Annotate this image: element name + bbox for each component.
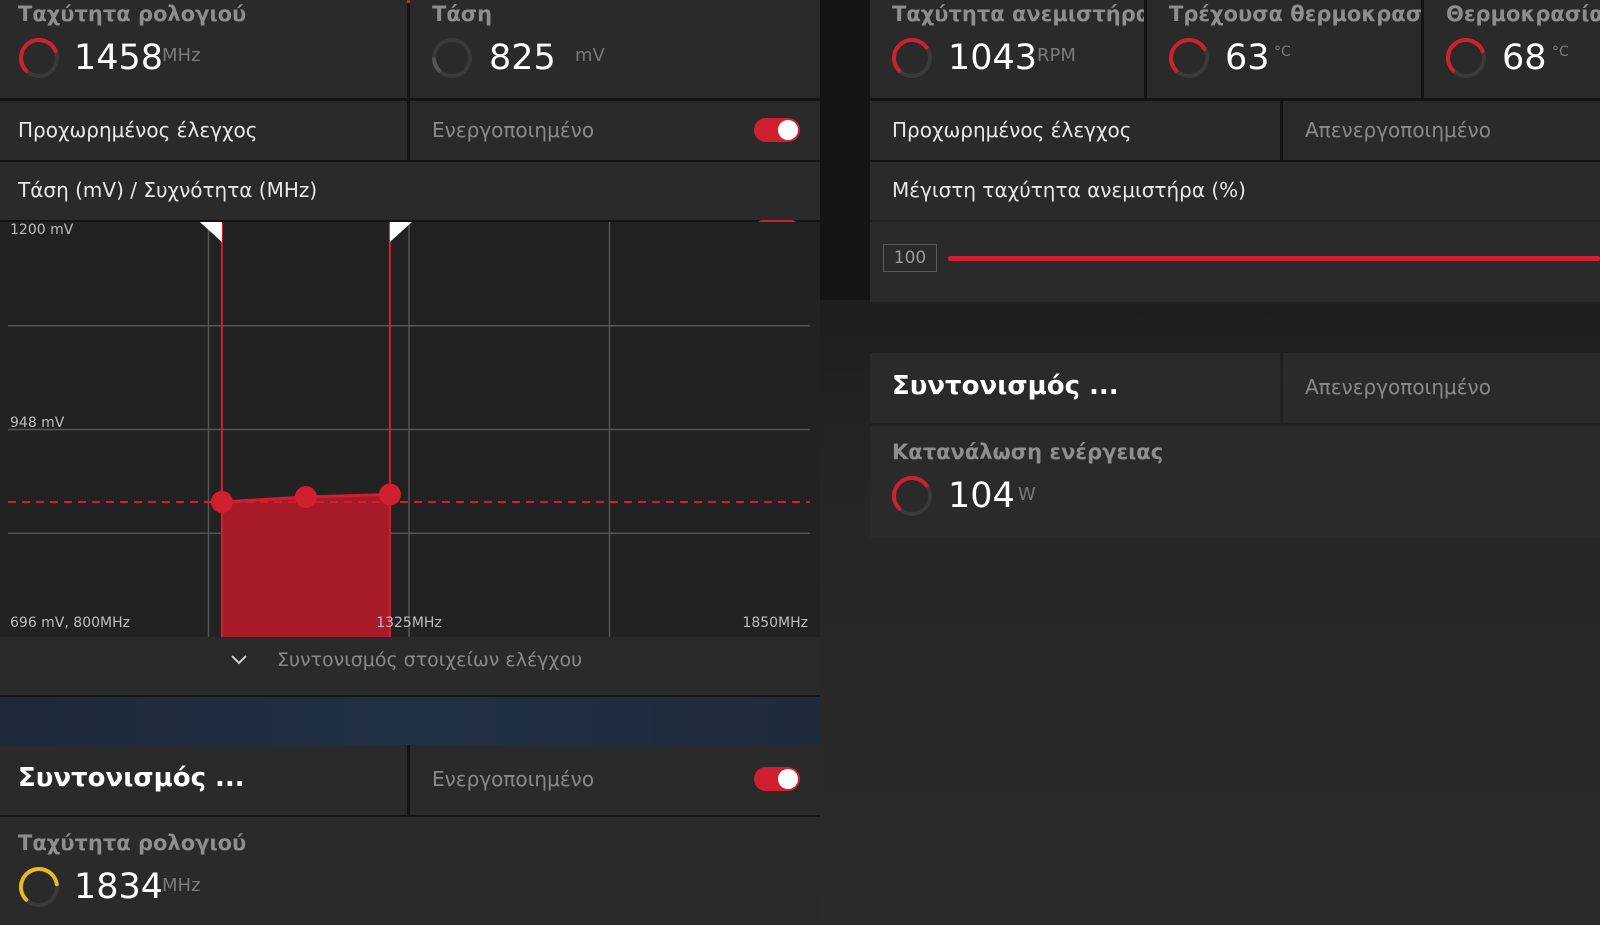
fan-max-speed-slider[interactable]: [948, 256, 1600, 261]
tuning-toggle[interactable]: [754, 767, 800, 791]
junction-gauge-icon: [1446, 38, 1486, 78]
power-tuning-status[interactable]: Απενεργοποιημένο: [1305, 375, 1491, 399]
advanced-control-status: Ενεργοποιημένο: [432, 118, 595, 142]
power-title: Κατανάλωση ενέργειας: [892, 440, 1164, 464]
current-temp-title: Τρέχουσα θερμοκρασία: [1169, 2, 1421, 26]
fan-speed-card: Ταχύτητα ανεμιστήρα 1043 RPM: [870, 0, 1144, 98]
power-tuning-row: Συντονισμός ...: [870, 353, 1280, 423]
power-tuning-value-cell[interactable]: Απενεργοποιημένο: [1283, 353, 1600, 423]
gauge-arc: [892, 476, 929, 511]
tuned-clock-card: Ταχύτητα ρολογιού 1834 MHz: [0, 817, 820, 925]
vf-curve-chart-area: 1200 mV 948 mV 696 mV, 800MHz 1325MHz 1850MH…: [0, 222, 820, 637]
curve-header: Τάση (mV) / Συχνότητα (MHz): [0, 162, 820, 220]
curve-header-label: Τάση (mV) / Συχνότητα (MHz): [18, 178, 318, 202]
clock-speed-card: Ταχύτητα ρολογιού 1458 MHz: [0, 0, 407, 98]
junction-temp-value: 68: [1502, 38, 1547, 78]
advanced-control-row: Προχωρημένος έλεγχος: [0, 101, 407, 160]
expand-label[interactable]: Συντονισμός στοιχείων ελέγχου: [277, 649, 582, 671]
curve-point: [210, 490, 233, 513]
y-tick-label: 1200 mV: [10, 222, 74, 238]
gauge-arc: [1169, 38, 1207, 73]
fan-max-speed-divider: [870, 220, 1600, 222]
tuned-clock-title: Ταχύτητα ρολογιού: [18, 831, 247, 855]
fan-advanced-control-label: Προχωρημένος έλεγχος: [892, 118, 1132, 142]
gauge-arc: [19, 38, 58, 73]
fan-speed-title: Ταχύτητα ανεμιστήρα: [892, 2, 1144, 26]
fan-advanced-control-status[interactable]: Απενεργοποιημένο: [1305, 118, 1491, 142]
current-temp-value: 63: [1225, 38, 1270, 78]
tuned-clock-value: 1834: [74, 867, 164, 907]
x-tick-label: 696 mV, 800MHz: [10, 615, 130, 631]
junction-temp-title: Θερμοκρασία ε: [1446, 2, 1600, 26]
tuned-clock-gauge-icon: [19, 867, 59, 907]
tuning-row: Συντονισμός ...: [0, 745, 407, 815]
toggle-knob: [778, 120, 798, 140]
curve-point: [378, 483, 401, 506]
clock-speed-unit: MHz: [162, 45, 201, 66]
fan-gauge-icon: [892, 38, 932, 78]
advanced-control-label: Προχωρημένος έλεγχος: [18, 118, 258, 142]
tuned-clock-unit: MHz: [162, 875, 201, 896]
range-handle-triangle: [199, 222, 222, 242]
gauge-arc: [432, 57, 442, 73]
y-tick-label: 948 mV: [10, 415, 65, 431]
blurred-background-strip: [0, 697, 820, 745]
fan-max-speed-row: Μέγιστη ταχύτητα ανεμιστήρα (%) 100: [870, 162, 1600, 302]
current-temp-card: Τρέχουσα θερμοκρασία 63 °C: [1147, 0, 1421, 98]
x-tick-label: 1325MHz: [376, 615, 442, 631]
fan-max-speed-label: Μέγιστη ταχύτητα ανεμιστήρα (%): [892, 178, 1246, 202]
voltage-unit: mV: [575, 45, 605, 66]
fan-advanced-control-row: Προχωρημένος έλεγχος: [870, 101, 1280, 160]
gauge-arc: [1446, 38, 1485, 73]
power-card: Κατανάλωση ενέργειας 104 W: [870, 426, 1600, 538]
fan-max-speed-input[interactable]: 100: [883, 244, 937, 272]
power-value: 104: [948, 476, 1015, 516]
tuning-status: Ενεργοποιημένο: [432, 767, 595, 791]
temp-gauge-icon: [1169, 38, 1209, 78]
curve-fill-area: [221, 494, 390, 637]
fan-speed-unit: RPM: [1037, 45, 1076, 66]
current-temp-unit: °C: [1274, 44, 1291, 60]
junction-temp-unit: °C: [1552, 44, 1569, 60]
power-gauge-icon: [892, 476, 932, 516]
curve-point: [294, 486, 317, 509]
x-tick-label: 1850MHz: [742, 615, 808, 631]
voltage-title: Τάση: [432, 2, 493, 26]
gauge-arc: [19, 867, 59, 902]
clock-gauge-icon: [19, 38, 59, 78]
voltage-value: 825: [489, 38, 556, 78]
clock-speed-title: Ταχύτητα ρολογιού: [18, 2, 247, 26]
fan-advanced-control-value-cell[interactable]: Απενεργοποιημένο: [1283, 101, 1600, 160]
voltage-card: Τάση 825 mV: [410, 0, 820, 98]
toggle-knob: [778, 769, 798, 789]
power-tuning-title: Συντονισμός ...: [892, 371, 1119, 401]
chevron-down-icon[interactable]: [230, 651, 248, 669]
junction-temp-card: Θερμοκρασία ε 68 °C: [1424, 0, 1600, 98]
fan-speed-value: 1043: [948, 38, 1038, 78]
tuning-title: Συντονισμός ...: [18, 763, 245, 793]
expand-row[interactable]: Συντονισμός στοιχείων ελέγχου: [0, 637, 820, 695]
voltage-gauge-icon: [432, 38, 472, 78]
vf-curve-chart[interactable]: 1200 mV 948 mV 696 mV, 800MHz 1325MHz 1850MH…: [0, 222, 820, 637]
clock-speed-value: 1458: [74, 38, 164, 78]
advanced-control-switch[interactable]: [754, 118, 800, 142]
power-unit: W: [1018, 484, 1036, 505]
gauge-arc: [892, 38, 929, 73]
